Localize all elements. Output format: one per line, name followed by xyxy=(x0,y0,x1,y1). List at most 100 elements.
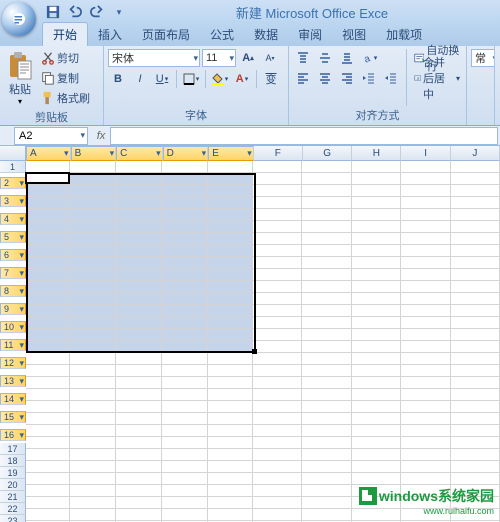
cell[interactable] xyxy=(253,377,302,389)
align-center-icon[interactable] xyxy=(315,69,335,87)
cell[interactable] xyxy=(352,425,401,437)
cell[interactable] xyxy=(451,461,500,473)
cell[interactable] xyxy=(302,305,351,317)
decrease-indent-icon[interactable] xyxy=(359,69,379,87)
cell[interactable] xyxy=(116,473,162,485)
cell[interactable] xyxy=(162,413,207,425)
cell[interactable] xyxy=(302,497,351,509)
cell[interactable] xyxy=(352,341,401,353)
cell[interactable] xyxy=(208,173,253,185)
cell[interactable] xyxy=(162,329,207,341)
cell[interactable] xyxy=(26,473,70,485)
cell[interactable] xyxy=(70,437,115,449)
cell[interactable] xyxy=(253,329,302,341)
cell[interactable] xyxy=(253,269,302,281)
cell[interactable] xyxy=(352,329,401,341)
cell[interactable] xyxy=(70,293,115,305)
cell[interactable] xyxy=(116,257,162,269)
cell[interactable] xyxy=(70,449,115,461)
cell[interactable] xyxy=(451,425,500,437)
cell[interactable] xyxy=(70,233,115,245)
cell[interactable] xyxy=(26,365,70,377)
column-header-G[interactable]: G xyxy=(303,146,352,161)
cell[interactable] xyxy=(162,461,207,473)
cell[interactable] xyxy=(253,281,302,293)
cell[interactable] xyxy=(70,413,115,425)
cell[interactable] xyxy=(208,497,253,509)
cell[interactable] xyxy=(302,365,351,377)
cell[interactable] xyxy=(26,413,70,425)
cell[interactable] xyxy=(401,233,450,245)
cell[interactable] xyxy=(352,293,401,305)
row-header-19[interactable]: 19 xyxy=(0,467,26,479)
cell[interactable] xyxy=(302,269,351,281)
cell[interactable] xyxy=(302,461,351,473)
copy-button[interactable]: 复制 xyxy=(39,69,92,87)
orientation-icon[interactable]: a xyxy=(359,49,379,67)
cell[interactable] xyxy=(208,329,253,341)
cell[interactable] xyxy=(26,293,70,305)
cell[interactable] xyxy=(352,233,401,245)
cell[interactable] xyxy=(162,377,207,389)
column-header-H[interactable]: H xyxy=(352,146,401,161)
cell[interactable] xyxy=(302,161,351,173)
cell[interactable] xyxy=(352,413,401,425)
cell[interactable] xyxy=(26,377,70,389)
cell[interactable] xyxy=(401,293,450,305)
border-button[interactable] xyxy=(181,70,201,88)
cell[interactable] xyxy=(208,377,253,389)
phonetic-button[interactable]: 变 xyxy=(261,70,281,88)
cell[interactable] xyxy=(208,473,253,485)
cell[interactable] xyxy=(302,245,351,257)
cell[interactable] xyxy=(401,185,450,197)
cell[interactable] xyxy=(208,449,253,461)
cell[interactable] xyxy=(26,305,70,317)
cell[interactable] xyxy=(70,209,115,221)
cell[interactable] xyxy=(401,413,450,425)
cell[interactable] xyxy=(116,221,162,233)
office-button[interactable] xyxy=(2,2,36,36)
align-middle-icon[interactable] xyxy=(315,49,335,67)
tab-review[interactable]: 审阅 xyxy=(288,23,332,46)
row-header-7[interactable]: 7 xyxy=(0,267,26,279)
cell[interactable] xyxy=(162,353,207,365)
tab-insert[interactable]: 插入 xyxy=(88,23,132,46)
cell[interactable] xyxy=(116,329,162,341)
cell[interactable] xyxy=(401,281,450,293)
cell[interactable] xyxy=(208,281,253,293)
cell[interactable] xyxy=(208,305,253,317)
cell[interactable] xyxy=(302,509,351,521)
cell[interactable] xyxy=(26,257,70,269)
cell[interactable] xyxy=(253,461,302,473)
cell[interactable] xyxy=(302,401,351,413)
cell[interactable] xyxy=(451,497,500,509)
cell[interactable] xyxy=(302,437,351,449)
cell[interactable] xyxy=(302,413,351,425)
cell[interactable] xyxy=(352,365,401,377)
cell[interactable] xyxy=(162,485,207,497)
cell[interactable] xyxy=(208,425,253,437)
cell[interactable] xyxy=(208,437,253,449)
cell[interactable] xyxy=(162,473,207,485)
cell[interactable] xyxy=(26,353,70,365)
tab-addins[interactable]: 加载项 xyxy=(376,23,432,46)
cell[interactable] xyxy=(116,173,162,185)
cell[interactable] xyxy=(208,221,253,233)
cell[interactable] xyxy=(302,197,351,209)
cell[interactable] xyxy=(302,173,351,185)
cell[interactable] xyxy=(116,245,162,257)
qat-customize-icon[interactable]: ▾ xyxy=(110,3,128,21)
font-name-select[interactable]: 宋体 xyxy=(108,49,200,67)
cell[interactable] xyxy=(162,185,207,197)
cell[interactable] xyxy=(352,185,401,197)
cell[interactable] xyxy=(70,305,115,317)
align-top-icon[interactable] xyxy=(293,49,313,67)
cell[interactable] xyxy=(451,209,500,221)
cell[interactable] xyxy=(302,341,351,353)
cell[interactable] xyxy=(302,473,351,485)
formula-input[interactable] xyxy=(110,127,498,145)
cell[interactable] xyxy=(26,449,70,461)
tab-data[interactable]: 数据 xyxy=(244,23,288,46)
merge-center-button[interactable]: a合并后居中▾ xyxy=(412,69,462,87)
cell[interactable] xyxy=(352,377,401,389)
